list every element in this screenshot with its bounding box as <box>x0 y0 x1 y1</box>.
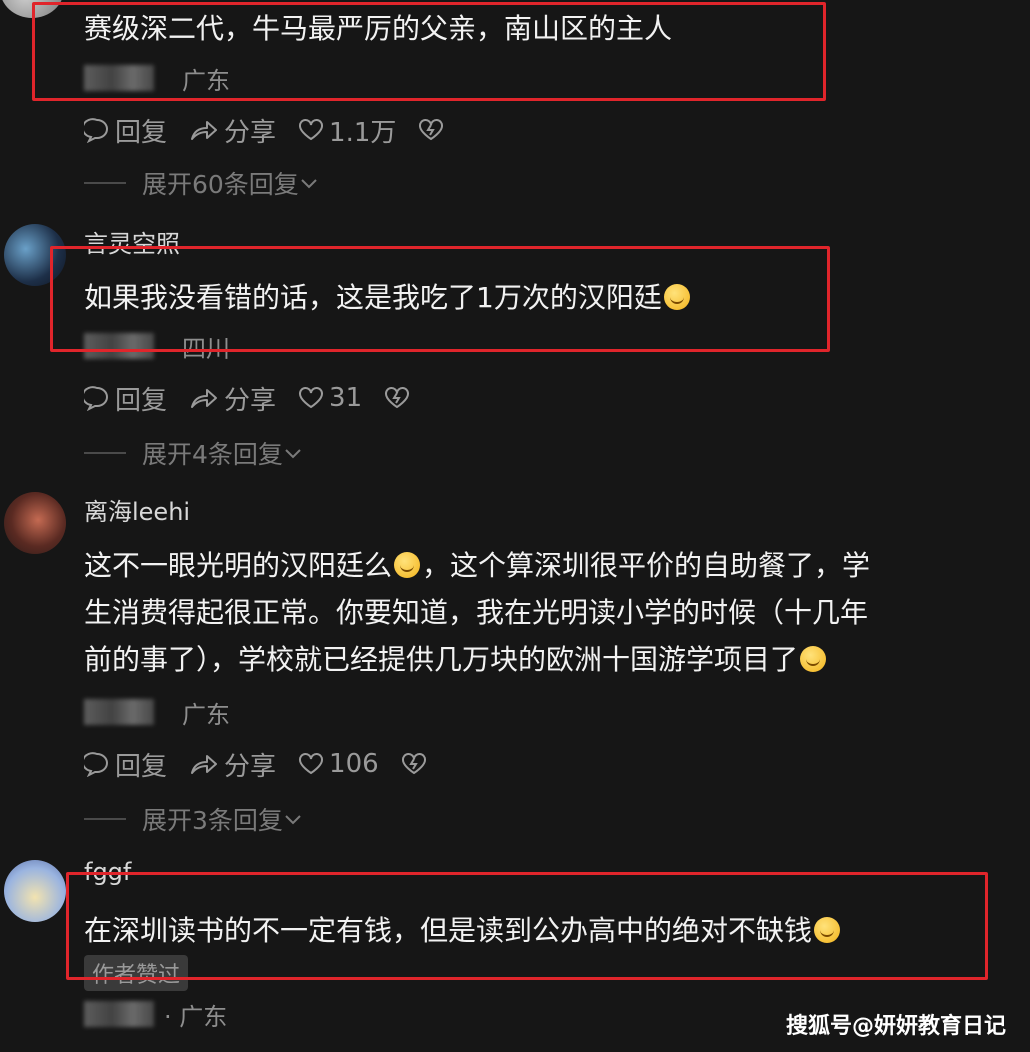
location-label: 广东 <box>182 700 230 729</box>
like-button[interactable]: 106 <box>298 749 379 779</box>
divider <box>84 818 126 820</box>
comment-actions: 回复 分享 106 <box>84 746 454 783</box>
emoji-icon <box>394 552 421 578</box>
chevron-down-icon <box>285 449 301 459</box>
highlight-box <box>66 872 988 980</box>
location-label: · 广东 <box>164 1002 228 1031</box>
divider <box>84 452 126 454</box>
blurred-date <box>84 1001 154 1027</box>
reply-icon <box>84 752 108 777</box>
comment-meta: 广东 <box>84 696 230 729</box>
like-button[interactable]: 31 <box>298 383 362 413</box>
avatar[interactable] <box>4 860 66 922</box>
comment-actions: 回复 分享 1.1万 <box>84 112 471 149</box>
comment-text: 生消费得起很正常。你要知道，我在光明读小学的时候（十几年 <box>84 596 869 629</box>
highlight-box <box>32 2 826 101</box>
heart-icon <box>299 753 324 775</box>
reply-button[interactable]: 回复 <box>84 380 167 417</box>
blurred-date <box>84 699 154 725</box>
chevron-down-icon <box>285 815 301 825</box>
emoji-icon <box>800 646 827 672</box>
dislike-button[interactable] <box>418 118 449 142</box>
watermark: 搜狐号@妍妍教育日记 <box>785 1014 1006 1039</box>
chevron-down-icon <box>301 179 317 189</box>
comment-meta: · 广东 <box>84 998 228 1031</box>
expand-replies-button[interactable]: 展开3条回复 <box>84 804 303 835</box>
broken-heart-icon <box>419 119 444 141</box>
share-button[interactable]: 分享 <box>189 380 276 417</box>
share-button[interactable]: 分享 <box>189 746 276 783</box>
avatar[interactable] <box>4 492 66 554</box>
comment-actions: 回复 分享 31 <box>84 380 437 417</box>
divider <box>84 182 126 184</box>
share-icon <box>191 389 218 408</box>
reply-icon <box>84 118 108 143</box>
comment-text: 这不一眼光明的汉阳廷么 ，这个算深圳很平价的自助餐了，学 <box>84 549 871 582</box>
broken-heart-icon <box>385 387 410 409</box>
share-button[interactable]: 分享 <box>189 112 276 149</box>
heart-icon <box>299 119 324 141</box>
dislike-button[interactable] <box>401 752 432 776</box>
highlight-box <box>50 246 830 352</box>
broken-heart-icon <box>401 753 426 775</box>
heart-icon <box>299 387 324 409</box>
expand-replies-button[interactable]: 展开4条回复 <box>84 438 303 469</box>
reply-icon <box>84 386 108 411</box>
dislike-button[interactable] <box>384 386 415 410</box>
share-icon <box>191 121 218 140</box>
username[interactable]: 离海leehi <box>84 492 190 527</box>
reply-button[interactable]: 回复 <box>84 746 167 783</box>
comment-text: 前的事了），学校就已经提供几万块的欧洲十国游学项目了 <box>84 636 828 683</box>
share-icon <box>191 755 218 774</box>
reply-button[interactable]: 回复 <box>84 112 167 149</box>
expand-replies-button[interactable]: 展开60条回复 <box>84 168 319 199</box>
like-button[interactable]: 1.1万 <box>298 112 396 149</box>
